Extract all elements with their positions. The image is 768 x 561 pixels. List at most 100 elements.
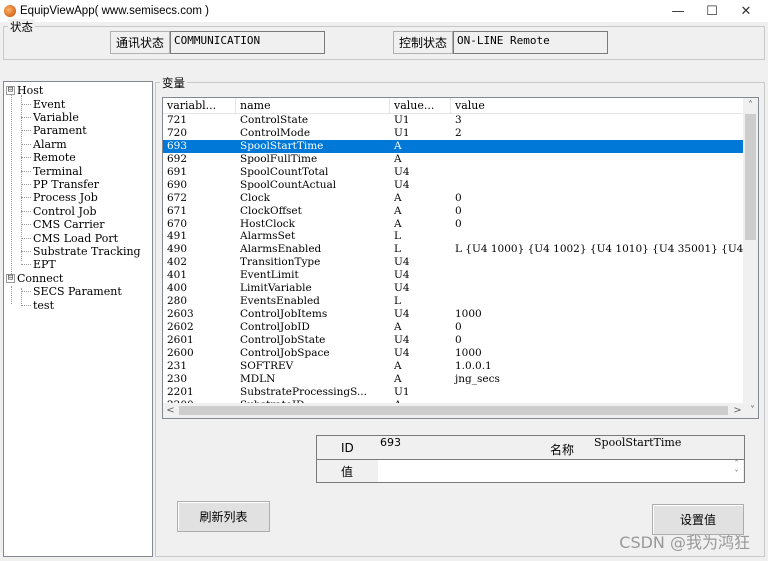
- table-row[interactable]: 691 SpoolCountTotal U4: [163, 166, 745, 179]
- table-row[interactable]: 401 EventLimit U4: [163, 269, 745, 282]
- table-cell: 280: [167, 295, 188, 308]
- tree-item-cms-load-port[interactable]: CMS Load Port: [21, 231, 118, 245]
- table-cell: 402: [167, 256, 188, 269]
- table-cell: 0: [455, 333, 462, 346]
- title-bar: EquipViewApp( www.semisecs.com ) — ☐ ✕: [0, 0, 768, 22]
- table-row[interactable]: 2201 SubstrateProcessingS... U1: [163, 386, 745, 399]
- tree-item-secs-parament[interactable]: SECS Parament: [21, 285, 122, 298]
- tree-item-parament[interactable]: Parament: [21, 124, 87, 137]
- comm-status-field: COMMUNICATION: [170, 31, 325, 54]
- tree-item-terminal[interactable]: Terminal: [21, 164, 82, 178]
- vertical-scrollbar[interactable]: ˄: [743, 98, 758, 404]
- table-row[interactable]: 670 HostClock A 0: [163, 218, 745, 231]
- table-cell: U4: [394, 333, 410, 346]
- nav-tree[interactable]: ⊟ Host Event Variable Parament Alarm Rem…: [3, 81, 153, 557]
- table-cell: [451, 295, 745, 308]
- refresh-list-button[interactable]: 刷新列表: [177, 501, 270, 532]
- tree-item-process-job[interactable]: Process Job: [21, 191, 98, 204]
- tree-node-connect[interactable]: ⊟ Connect: [6, 272, 63, 285]
- table-row[interactable]: 690 SpoolCountActual U4: [163, 179, 745, 192]
- collapse-icon[interactable]: ⊟: [6, 273, 15, 283]
- table-cell: 491: [167, 230, 188, 243]
- table-cell: 0: [455, 217, 462, 230]
- table-row[interactable]: 2603 ControlJobItems U4 1000: [163, 308, 745, 321]
- column-header[interactable]: value: [451, 98, 745, 114]
- table-cell: LimitVariable: [240, 282, 312, 295]
- table-cell: 0: [455, 204, 462, 217]
- table-cell: 1.0.0.1: [455, 359, 492, 372]
- table-row[interactable]: 400 LimitVariable U4: [163, 282, 745, 295]
- table-cell: ControlJobSpace: [240, 346, 330, 359]
- tree-item-ept[interactable]: EPT: [21, 258, 56, 271]
- table-row[interactable]: 2600 ControlJobSpace U4 1000: [163, 347, 745, 360]
- table-cell: U4: [394, 282, 410, 295]
- table-cell: U4: [394, 346, 410, 359]
- tree-node-host[interactable]: ⊟ Host: [6, 84, 43, 97]
- table-row[interactable]: 2601 ControlJobState U4 0: [163, 334, 745, 347]
- tree-item-substrate-tracking[interactable]: Substrate Tracking: [21, 245, 141, 258]
- table-cell: 691: [167, 165, 188, 178]
- scroll-thumb[interactable]: [745, 114, 756, 240]
- table-cell: 2602: [167, 321, 194, 333]
- table-row[interactable]: 693 SpoolStartTime A: [163, 139, 745, 153]
- tree-item-remote[interactable]: Remote: [21, 151, 76, 164]
- table-cell: 672: [167, 191, 188, 204]
- detail-panel: ID 693 名称 SpoolStartTime 值 ˄ ˅: [316, 435, 745, 483]
- horizontal-scrollbar[interactable]: < > ˅: [163, 403, 758, 418]
- table-cell: 1000: [455, 346, 482, 359]
- maximize-button[interactable]: ☐: [696, 0, 728, 22]
- tree-item-pp-transfer[interactable]: PP Transfer: [21, 178, 99, 191]
- scroll-down-icon[interactable]: ˅: [745, 403, 758, 418]
- value-input[interactable]: [378, 460, 743, 482]
- tree-item-cms-carrier[interactable]: CMS Carrier: [21, 218, 105, 231]
- table-row[interactable]: 720 ControlMode U1 2: [163, 127, 745, 140]
- table-cell: [451, 230, 745, 243]
- table-cell: 671: [167, 204, 188, 217]
- table-cell: 2201: [167, 385, 194, 398]
- value-spin-icon[interactable]: ˄ ˅: [729, 459, 744, 478]
- table-row[interactable]: 721 ControlState U1 3: [163, 114, 745, 127]
- table-row[interactable]: 671 ClockOffset A 0: [163, 205, 745, 218]
- table-row[interactable]: 230 MDLN Ajng_secs: [163, 373, 745, 386]
- scroll-thumb[interactable]: [179, 406, 728, 415]
- scroll-up-icon[interactable]: ˄: [743, 98, 758, 113]
- table-row[interactable]: 491 AlarmsSet L: [163, 230, 745, 243]
- table-row[interactable]: 280 EventsEnabled L: [163, 295, 745, 308]
- app-icon: [4, 5, 16, 17]
- tree-item-event[interactable]: Event: [21, 97, 65, 111]
- scroll-left-icon[interactable]: <: [163, 403, 178, 418]
- tree-item-alarm[interactable]: Alarm: [21, 138, 67, 151]
- close-button[interactable]: ✕: [730, 0, 762, 22]
- table-cell: SpoolFullTime: [240, 152, 318, 165]
- table-cell: jng_secs: [455, 372, 500, 385]
- table-row[interactable]: 2602 ControlJobID A 0: [163, 321, 745, 334]
- table-cell: U4: [394, 256, 410, 269]
- tree-item-label: Substrate Tracking: [33, 244, 141, 258]
- table-row[interactable]: 692 SpoolFullTime A: [163, 153, 745, 166]
- column-header[interactable]: value...: [390, 98, 451, 114]
- column-header[interactable]: variabl...: [163, 98, 236, 114]
- variables-list[interactable]: variabl... name value... value 721 Contro…: [162, 97, 759, 419]
- table-cell: 490: [167, 243, 188, 256]
- table-cell: 670: [167, 217, 188, 230]
- table-cell: [451, 153, 745, 166]
- tree-item-test[interactable]: test: [21, 298, 54, 312]
- variables-group-label: 变量: [160, 75, 187, 91]
- table-cell: TransitionType: [240, 256, 321, 269]
- column-header[interactable]: name: [236, 98, 390, 114]
- tree-item-variable[interactable]: Variable: [21, 111, 79, 124]
- table-cell: 2: [455, 126, 462, 139]
- table-row[interactable]: 231 SOFTREV A 1.0.0.1: [163, 360, 745, 373]
- control-status-field: ON-LINE Remote: [453, 31, 608, 54]
- tree-item-control-job[interactable]: Control Job: [21, 205, 97, 218]
- table-row[interactable]: 490 AlarmsEnabled L L {U4 1000} {U4 1002} {…: [163, 243, 745, 256]
- table-row[interactable]: 402 TransitionType U4: [163, 256, 745, 269]
- table-cell: U4: [394, 165, 410, 178]
- scroll-right-icon[interactable]: >: [730, 403, 745, 418]
- table-row[interactable]: 672 Clock A 0: [163, 192, 745, 205]
- collapse-icon[interactable]: ⊟: [6, 86, 15, 96]
- table-cell: L: [394, 230, 401, 243]
- table-cell: [451, 140, 745, 153]
- minimize-button[interactable]: —: [662, 0, 694, 22]
- table-cell: 2601: [167, 333, 194, 346]
